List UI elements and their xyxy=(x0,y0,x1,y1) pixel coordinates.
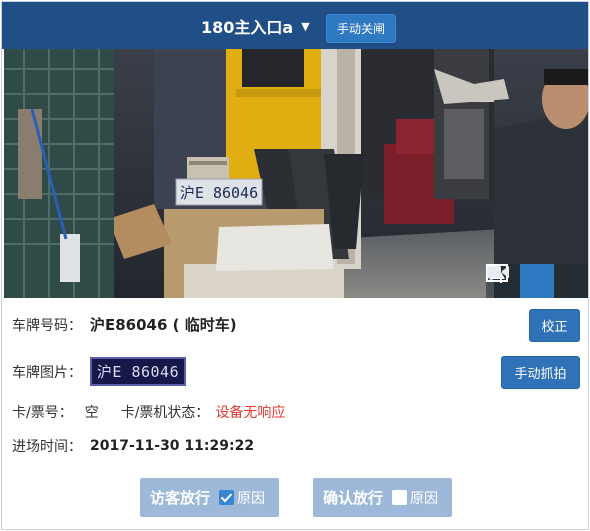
check-icon xyxy=(220,493,233,503)
image-icon[interactable] xyxy=(486,264,554,298)
entry-time-label: 进场时间： xyxy=(12,439,82,455)
plate-image-row: 车牌图片： 沪E 86046 xyxy=(12,357,186,386)
gate-title: 180主入口a xyxy=(201,18,294,37)
card-number-label: 卡/票号： xyxy=(12,405,73,421)
visitor-reason-label: 原因 xyxy=(237,490,266,507)
caret-down-icon: ▼ xyxy=(301,19,310,33)
plate-number-row: 车牌号码： 沪E86046 ( 临时车) xyxy=(12,314,237,335)
manual-capture-button[interactable]: 手动抓拍 xyxy=(501,356,580,389)
confirm-release-label: 确认放行 xyxy=(323,489,384,507)
confirm-release-button[interactable]: 确认放行 原因 xyxy=(313,478,452,517)
camera-snapshot: 沪E 86046 xyxy=(4,49,588,298)
visitor-release-button[interactable]: 访客放行 原因 xyxy=(140,478,279,517)
plate-number-label: 车牌号码： xyxy=(12,317,82,334)
plate-image-label: 车牌图片： xyxy=(12,364,82,381)
card-status-label: 卡/票机状态： xyxy=(120,405,210,421)
camera-plate-text: 沪E 86046 xyxy=(180,184,258,202)
video-icon[interactable] xyxy=(487,264,588,298)
camera-view: 沪E 86046 xyxy=(4,49,588,298)
manual-close-gate-button[interactable]: 手动关闸 xyxy=(326,14,396,43)
gate-selector[interactable]: 180主入口a ▼ xyxy=(201,14,310,38)
entry-time-value: 2017-11-30 11:29:22 xyxy=(90,438,255,454)
visitor-reason-checkbox[interactable] xyxy=(219,490,235,505)
correct-button[interactable]: 校正 xyxy=(529,309,580,342)
plate-image: 沪E 86046 xyxy=(90,357,186,386)
card-status-value: 设备无响应 xyxy=(215,405,286,421)
confirm-reason-checkbox[interactable] xyxy=(392,490,408,505)
visitor-release-label: 访客放行 xyxy=(150,489,211,507)
header-bar: 180主入口a ▼ 手动关闸 xyxy=(2,2,588,49)
gate-panel: 180主入口a ▼ 手动关闸 沪E 86046 车牌号码： 沪E86046 (… xyxy=(1,1,589,530)
card-number-value: 空 xyxy=(84,405,99,421)
plate-number-value: 沪E86046 ( 临时车) xyxy=(90,316,237,334)
camera-toolbar xyxy=(486,264,588,298)
plate-image-text: 沪E 86046 xyxy=(96,363,180,381)
confirm-reason-label: 原因 xyxy=(410,490,439,507)
card-row: 卡/票号： 空 卡/票机状态： 设备无响应 xyxy=(12,402,285,422)
entry-time-row: 进场时间： 2017-11-30 11:29:22 xyxy=(12,436,254,456)
